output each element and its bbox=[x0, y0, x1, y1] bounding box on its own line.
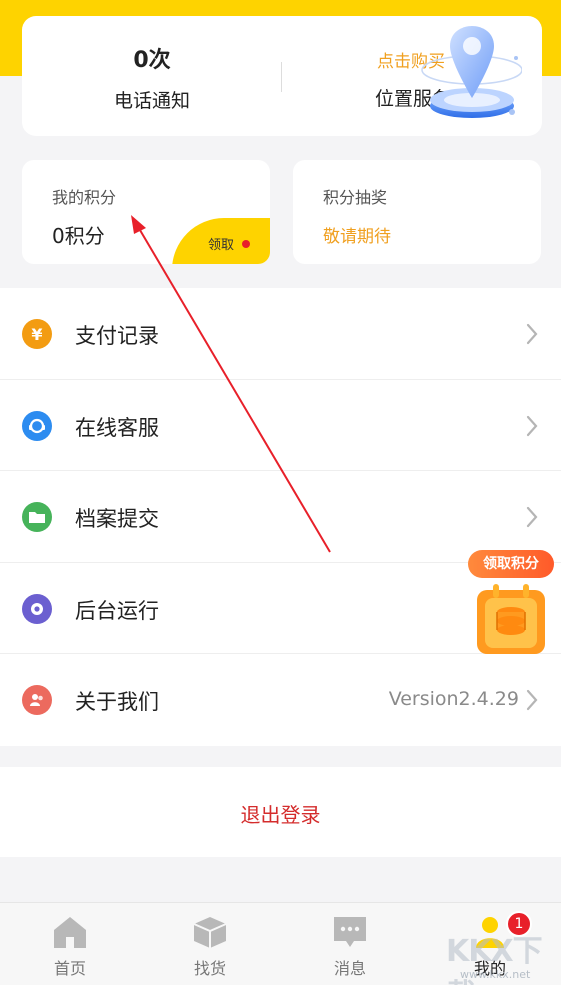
tab-label: 首页 bbox=[53, 959, 86, 978]
users-icon bbox=[22, 685, 52, 715]
chevron-right-icon bbox=[526, 323, 538, 345]
menu-item-label: 支付记录 bbox=[75, 324, 159, 348]
claim-points-floating-widget[interactable]: 领取积分 bbox=[466, 546, 556, 662]
menu-item-label: 关于我们 bbox=[75, 690, 159, 714]
call-count: 0次 bbox=[133, 48, 171, 73]
yuan-icon: ¥ bbox=[22, 319, 52, 349]
location-pin-icon bbox=[421, 26, 522, 118]
lottery-title: 积分抽奖 bbox=[323, 188, 388, 207]
chevron-right-icon bbox=[526, 415, 538, 436]
menu-item-about-us[interactable]: 关于我们 Version2.4.29 bbox=[0, 654, 561, 746]
settings-menu: ¥ 支付记录 在线客服 档案提交 后台运行 关于我们 Version2.4.29 bbox=[0, 288, 561, 746]
tab-home[interactable]: 首页 bbox=[0, 903, 140, 985]
menu-item-label: 在线客服 bbox=[75, 415, 159, 440]
tab-label: 消息 bbox=[333, 959, 366, 978]
menu-item-online-support[interactable]: 在线客服 bbox=[0, 380, 561, 471]
call-notify-stat[interactable]: 0次 电话通知 bbox=[22, 16, 282, 136]
chevron-right-icon bbox=[526, 506, 538, 528]
home-icon bbox=[54, 917, 86, 948]
claim-points-label: 领取积分 bbox=[468, 550, 554, 578]
claim-label: 领取 bbox=[208, 238, 235, 253]
logout-label: 退出登录 bbox=[240, 803, 321, 827]
menu-item-label: 档案提交 bbox=[75, 507, 159, 531]
points-value: 0积分 bbox=[52, 224, 105, 248]
points-lottery-card[interactable]: 积分抽奖 敬请期待 bbox=[293, 160, 541, 264]
box-icon bbox=[193, 917, 227, 948]
menu-item-payment-records[interactable]: ¥ 支付记录 bbox=[0, 288, 561, 380]
watermark: KKX下载 www.kkx.net bbox=[446, 926, 561, 985]
gear-icon bbox=[22, 593, 52, 624]
call-notify-label: 电话通知 bbox=[113, 90, 190, 112]
app-version: Version2.4.29 bbox=[388, 688, 519, 710]
logout-button[interactable]: 退出登录 bbox=[0, 767, 561, 857]
menu-item-label: 后台运行 bbox=[75, 598, 159, 623]
message-icon bbox=[334, 917, 366, 947]
claim-points-tag[interactable]: 领取 bbox=[172, 218, 270, 264]
my-points-card[interactable]: 我的积分 0积分 领取 bbox=[22, 160, 270, 264]
tab-label: 找货 bbox=[193, 959, 226, 978]
coin-calendar-icon bbox=[477, 584, 545, 654]
points-title: 我的积分 bbox=[52, 188, 117, 207]
claim-dot-icon bbox=[242, 240, 250, 248]
lottery-status: 敬请期待 bbox=[323, 227, 391, 247]
folder-icon bbox=[22, 502, 52, 532]
chevron-right-icon bbox=[526, 689, 538, 711]
watermark-url: www.kkx.net bbox=[460, 968, 531, 981]
tab-messages[interactable]: 消息 bbox=[280, 903, 420, 985]
tab-find-goods[interactable]: 找货 bbox=[140, 903, 280, 985]
headset-icon bbox=[22, 410, 52, 441]
